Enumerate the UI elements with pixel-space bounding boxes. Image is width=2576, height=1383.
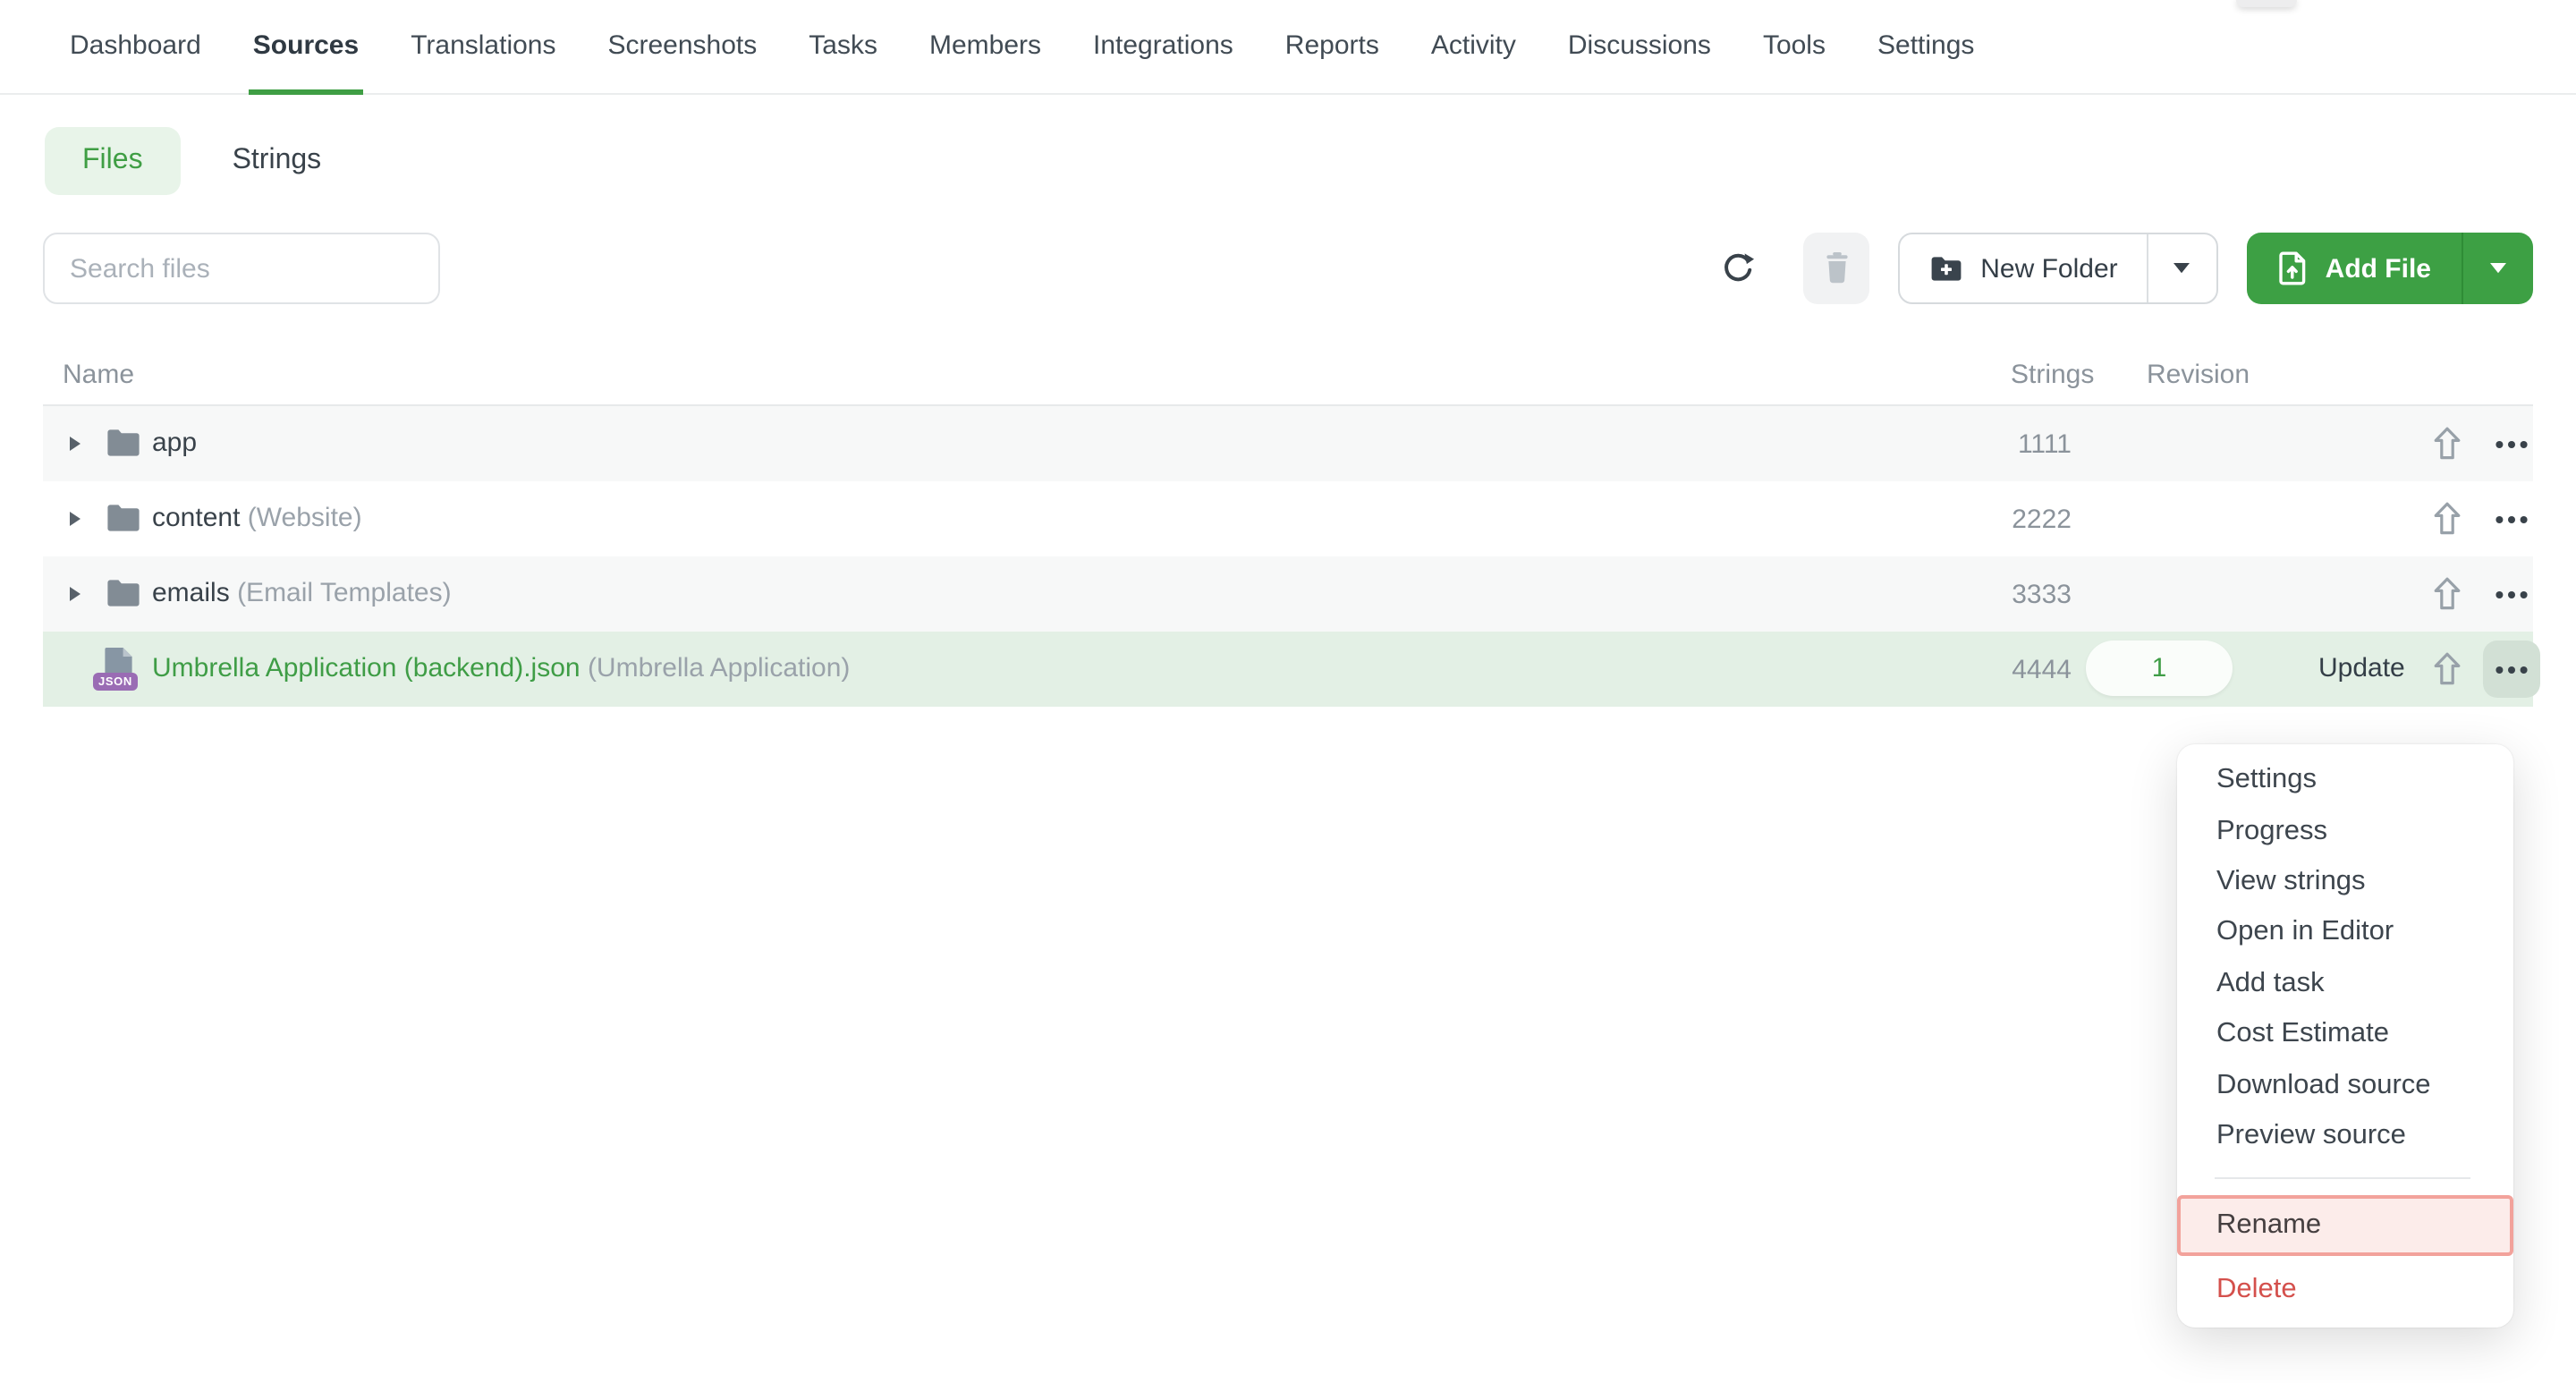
folder-icon bbox=[106, 428, 141, 458]
file-context-menu: Settings Progress View strings Open in E… bbox=[2177, 744, 2513, 1328]
update-link[interactable]: Update bbox=[2318, 653, 2405, 683]
table-header: Name Strings Revision bbox=[43, 360, 2533, 406]
folder-plus-icon bbox=[1928, 250, 1964, 286]
expand-caret-icon[interactable] bbox=[70, 587, 80, 601]
menu-item-preview-source[interactable]: Preview source bbox=[2177, 1110, 2513, 1161]
new-folder-button[interactable]: New Folder bbox=[1900, 234, 2146, 302]
more-options-button[interactable] bbox=[2483, 415, 2540, 472]
column-header-strings: Strings bbox=[2011, 360, 2094, 390]
nav-tab-tools[interactable]: Tools bbox=[1759, 0, 1829, 95]
cutoff-overlay-remnant bbox=[2236, 0, 2297, 7]
toggle-strings[interactable]: Strings bbox=[233, 145, 322, 177]
revision-badge: 1 bbox=[2086, 641, 2233, 696]
nav-tab-discussions[interactable]: Discussions bbox=[1564, 0, 1715, 95]
menu-item-progress[interactable]: Progress bbox=[2177, 806, 2513, 857]
upload-icon[interactable] bbox=[2429, 499, 2472, 539]
table-row-umbrella-json[interactable]: JSON Umbrella Application (backend).json… bbox=[43, 632, 2533, 707]
caret-down-icon bbox=[2490, 263, 2506, 274]
upload-icon[interactable] bbox=[2429, 424, 2472, 463]
nav-tab-tasks[interactable]: Tasks bbox=[805, 0, 881, 95]
action-buttons: New Folder bbox=[1716, 233, 2533, 304]
files-table: Name Strings Revision app 1111 bbox=[43, 360, 2533, 707]
delete-selected-button[interactable] bbox=[1803, 233, 1869, 304]
action-bar: New Folder bbox=[43, 233, 2533, 304]
folder-name[interactable]: emails (Email Templates) bbox=[152, 578, 452, 608]
folder-annotation: (Website) bbox=[248, 503, 362, 533]
upload-icon[interactable] bbox=[2429, 649, 2472, 689]
folder-name-text: content bbox=[152, 503, 240, 533]
menu-item-download-source[interactable]: Download source bbox=[2177, 1060, 2513, 1111]
folder-icon bbox=[106, 578, 141, 608]
new-folder-split-button: New Folder bbox=[1898, 233, 2217, 304]
add-file-label: Add File bbox=[2326, 253, 2431, 284]
more-options-button[interactable] bbox=[2483, 490, 2540, 547]
file-upload-icon bbox=[2277, 250, 2309, 286]
more-options-button[interactable] bbox=[2483, 565, 2540, 623]
search-input[interactable] bbox=[43, 233, 440, 304]
refresh-icon bbox=[1718, 250, 1756, 287]
nav-tab-integrations[interactable]: Integrations bbox=[1089, 0, 1237, 95]
expand-caret-icon[interactable] bbox=[70, 437, 80, 451]
sources-files-page: Dashboard Sources Translations Screensho… bbox=[0, 0, 2576, 1383]
ellipsis-icon bbox=[2496, 665, 2528, 674]
column-header-revision: Revision bbox=[2147, 360, 2250, 390]
ellipsis-icon bbox=[2496, 590, 2528, 598]
add-file-dropdown-button[interactable] bbox=[2462, 233, 2533, 304]
add-file-button[interactable]: Add File bbox=[2247, 233, 2462, 304]
more-options-button-open[interactable] bbox=[2483, 641, 2540, 698]
menu-item-delete[interactable]: Delete bbox=[2177, 1265, 2513, 1315]
ellipsis-icon bbox=[2496, 514, 2528, 523]
nav-tab-reports[interactable]: Reports bbox=[1282, 0, 1383, 95]
menu-item-open-in-editor[interactable]: Open in Editor bbox=[2177, 907, 2513, 958]
new-folder-dropdown-button[interactable] bbox=[2147, 234, 2216, 302]
strings-count: 4444 bbox=[2012, 655, 2072, 685]
refresh-button[interactable] bbox=[1716, 247, 1758, 290]
toggle-files[interactable]: Files bbox=[45, 127, 181, 195]
strings-count: 2222 bbox=[2012, 505, 2072, 535]
upload-icon[interactable] bbox=[2429, 574, 2472, 614]
ellipsis-icon bbox=[2496, 439, 2528, 448]
file-name[interactable]: Umbrella Application (backend).json (Umb… bbox=[152, 653, 850, 683]
file-annotation: (Umbrella Application) bbox=[588, 653, 850, 683]
json-file-icon: JSON bbox=[102, 646, 138, 689]
folder-name[interactable]: content (Website) bbox=[152, 503, 362, 533]
caret-down-icon bbox=[2174, 263, 2190, 274]
table-row-emails[interactable]: emails (Email Templates) 3333 bbox=[43, 556, 2533, 632]
project-nav: Dashboard Sources Translations Screensho… bbox=[0, 0, 2576, 95]
menu-divider bbox=[2215, 1177, 2470, 1179]
folder-annotation: (Email Templates) bbox=[237, 578, 452, 608]
table-row-app[interactable]: app 1111 bbox=[43, 406, 2533, 481]
nav-tab-screenshots[interactable]: Screenshots bbox=[605, 0, 761, 95]
nav-tab-settings[interactable]: Settings bbox=[1874, 0, 1978, 95]
menu-item-add-task[interactable]: Add task bbox=[2177, 958, 2513, 1009]
menu-item-cost-estimate[interactable]: Cost Estimate bbox=[2177, 1009, 2513, 1060]
new-folder-label: New Folder bbox=[1980, 253, 2117, 284]
folder-name-text: emails bbox=[152, 578, 230, 608]
menu-item-view-strings[interactable]: View strings bbox=[2177, 857, 2513, 908]
folder-icon bbox=[106, 503, 141, 533]
nav-tab-members[interactable]: Members bbox=[926, 0, 1045, 95]
json-badge: JSON bbox=[93, 673, 138, 691]
trash-icon bbox=[1820, 250, 1852, 286]
nav-tab-dashboard[interactable]: Dashboard bbox=[66, 0, 205, 95]
nav-tab-sources[interactable]: Sources bbox=[250, 0, 362, 95]
file-name-text: Umbrella Application (backend).json bbox=[152, 653, 580, 683]
table-row-content[interactable]: content (Website) 2222 bbox=[43, 481, 2533, 556]
add-file-split-button: Add File bbox=[2247, 233, 2533, 304]
strings-count: 1111 bbox=[2018, 429, 2072, 460]
menu-item-settings[interactable]: Settings bbox=[2177, 755, 2513, 806]
folder-name[interactable]: app bbox=[152, 428, 197, 458]
nav-tab-activity[interactable]: Activity bbox=[1428, 0, 1520, 95]
expand-caret-icon[interactable] bbox=[70, 512, 80, 526]
view-toggle: Files Strings bbox=[45, 127, 2533, 195]
column-header-name: Name bbox=[63, 360, 134, 390]
strings-count: 3333 bbox=[2012, 580, 2072, 610]
menu-item-rename-highlighted[interactable]: Rename bbox=[2177, 1195, 2513, 1256]
nav-tab-translations[interactable]: Translations bbox=[407, 0, 559, 95]
